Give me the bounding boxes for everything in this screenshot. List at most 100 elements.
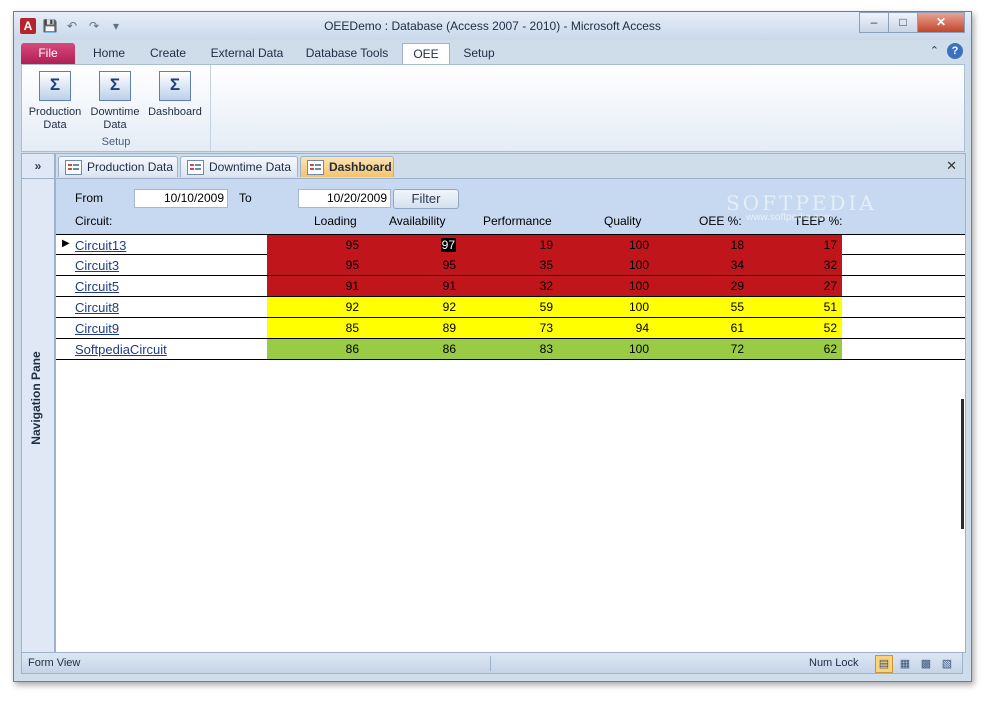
value-cell[interactable]: 100 <box>629 258 649 272</box>
nav-expand-icon[interactable]: » <box>22 154 54 179</box>
tab-label: Dashboard <box>329 160 392 174</box>
value-cell[interactable]: 95 <box>443 258 456 272</box>
tab-file[interactable]: File <box>21 43 75 64</box>
value-cell[interactable]: 100 <box>629 279 649 293</box>
title-bar: A 💾 ↶ ↷ ▾ OEEDemo : Database (Access 200… <box>14 12 971 40</box>
value-cell[interactable]: 100 <box>629 238 649 252</box>
value-cell[interactable]: 72 <box>731 342 744 356</box>
value-cell[interactable]: 59 <box>540 300 553 314</box>
value-cell[interactable]: 51 <box>824 300 837 314</box>
value-cell[interactable]: 34 <box>731 258 744 272</box>
circuit-link[interactable]: Circuit8 <box>75 300 119 315</box>
navigation-pane-label[interactable]: Navigation Pane <box>29 342 47 454</box>
close-button[interactable]: ✕ <box>917 12 965 33</box>
view-switcher: ▤ ▦ ▩ ▧ <box>875 655 956 673</box>
value-cell[interactable]: 29 <box>731 279 744 293</box>
value-cell[interactable]: 85 <box>346 321 359 335</box>
document-tabs: Production Data Downtime Data Dashboard … <box>56 154 965 179</box>
layout-view-icon[interactable]: ▩ <box>917 655 935 673</box>
filter-button[interactable]: Filter <box>393 189 459 209</box>
sigma-icon: Σ <box>159 71 191 101</box>
selected-value[interactable]: 97 <box>440 238 456 252</box>
value-cell[interactable]: 19 <box>540 238 553 252</box>
quality-header: Quality <box>604 214 642 228</box>
status-divider <box>490 656 491 671</box>
downtime-data-button[interactable]: Σ Downtime Data <box>86 69 144 131</box>
from-date-input[interactable]: 10/10/2009 <box>134 189 228 208</box>
value-cell[interactable]: 86 <box>346 342 359 356</box>
help-area: ⌃ ? <box>930 43 963 59</box>
availability-header: Availability <box>389 214 446 228</box>
value-cell[interactable]: 27 <box>824 279 837 293</box>
value-cell[interactable]: 91 <box>443 279 456 293</box>
value-cell[interactable]: 100 <box>629 300 649 314</box>
scrollbar[interactable] <box>961 399 964 529</box>
form-view-icon[interactable]: ▤ <box>875 655 893 673</box>
navigation-pane[interactable]: » Navigation Pane <box>21 153 55 653</box>
value-cell[interactable]: 100 <box>629 342 649 356</box>
production-data-button[interactable]: Σ Production Data <box>26 69 84 131</box>
circuit-header: Circuit: <box>75 214 113 228</box>
tab-setup[interactable]: Setup <box>457 43 501 64</box>
tab-oee[interactable]: OEE <box>402 43 450 65</box>
loading-header: Loading <box>314 214 357 228</box>
circuit-link[interactable]: Circuit13 <box>75 238 126 253</box>
window-title: OEEDemo : Database (Access 2007 - 2010) … <box>324 19 661 33</box>
value-cell[interactable]: 73 <box>540 321 553 335</box>
sigma-icon: Σ <box>39 71 71 101</box>
table-row[interactable]: SoftpediaCircuit 86 86 83 100 72 62 <box>56 339 965 360</box>
table-row[interactable]: Circuit5 91 91 32 100 29 27 <box>56 276 965 297</box>
tab-create[interactable]: Create <box>145 43 191 64</box>
tab-external-data[interactable]: External Data <box>206 43 288 64</box>
value-cell[interactable]: 94 <box>636 321 649 335</box>
value-cell[interactable]: 61 <box>731 321 744 335</box>
value-cell[interactable]: 92 <box>346 300 359 314</box>
table-row[interactable]: ▶ Circuit13 95 97 19 100 18 17 <box>56 234 965 255</box>
ribbon-group-setup: Σ Production Data Σ Downtime Data Σ Dash… <box>22 65 211 151</box>
help-icon[interactable]: ? <box>947 43 963 59</box>
num-lock-indicator: Num Lock <box>809 657 859 669</box>
design-view-icon[interactable]: ▧ <box>938 655 956 673</box>
close-document-icon[interactable]: ✕ <box>946 158 957 174</box>
value-cell[interactable]: 32 <box>540 279 553 293</box>
value-cell[interactable]: 92 <box>443 300 456 314</box>
value-cell[interactable]: 86 <box>443 342 456 356</box>
oee-header: OEE %: <box>699 214 742 228</box>
record-selector-icon[interactable]: ▶ <box>62 238 70 249</box>
value-cell[interactable]: 32 <box>824 258 837 272</box>
tab-production-data[interactable]: Production Data <box>58 156 178 177</box>
value-cell[interactable]: 97 <box>440 238 456 252</box>
minimize-ribbon-icon[interactable]: ⌃ <box>930 43 939 59</box>
document-area: Production Data Downtime Data Dashboard … <box>55 153 966 653</box>
performance-header: Performance <box>483 214 552 228</box>
value-cell[interactable]: 55 <box>731 300 744 314</box>
value-cell[interactable]: 52 <box>824 321 837 335</box>
value-cell[interactable]: 83 <box>540 342 553 356</box>
to-date-input[interactable]: 10/20/2009 <box>298 189 391 208</box>
dashboard-button[interactable]: Σ Dashboard <box>146 69 204 131</box>
value-cell[interactable]: 91 <box>346 279 359 293</box>
ribbon-panel: Σ Production Data Σ Downtime Data Σ Dash… <box>21 64 965 152</box>
value-cell[interactable]: 17 <box>824 238 837 252</box>
tab-home[interactable]: Home <box>87 43 131 64</box>
tab-downtime-data[interactable]: Downtime Data <box>180 156 298 177</box>
circuit-link[interactable]: Circuit5 <box>75 279 119 294</box>
value-cell[interactable]: 89 <box>443 321 456 335</box>
status-bar: Form View Num Lock ▤ ▦ ▩ ▧ <box>21 652 963 674</box>
value-cell[interactable]: 35 <box>540 258 553 272</box>
tab-database-tools[interactable]: Database Tools <box>301 43 393 64</box>
maximize-button[interactable]: □ <box>888 12 918 33</box>
table-row[interactable]: Circuit3 95 95 35 100 34 32 <box>56 255 965 276</box>
minimize-button[interactable]: – <box>859 12 889 33</box>
table-row[interactable]: Circuit8 92 92 59 100 55 51 <box>56 297 965 318</box>
value-cell[interactable]: 18 <box>731 238 744 252</box>
circuit-link[interactable]: SoftpediaCircuit <box>75 342 167 357</box>
value-cell[interactable]: 95 <box>346 238 359 252</box>
circuit-link[interactable]: Circuit9 <box>75 321 119 336</box>
table-row[interactable]: Circuit9 85 89 73 94 61 52 <box>56 318 965 339</box>
datasheet-view-icon[interactable]: ▦ <box>896 655 914 673</box>
circuit-link[interactable]: Circuit3 <box>75 258 119 273</box>
value-cell[interactable]: 95 <box>346 258 359 272</box>
value-cell[interactable]: 62 <box>824 342 837 356</box>
tab-dashboard[interactable]: Dashboard <box>300 156 394 177</box>
